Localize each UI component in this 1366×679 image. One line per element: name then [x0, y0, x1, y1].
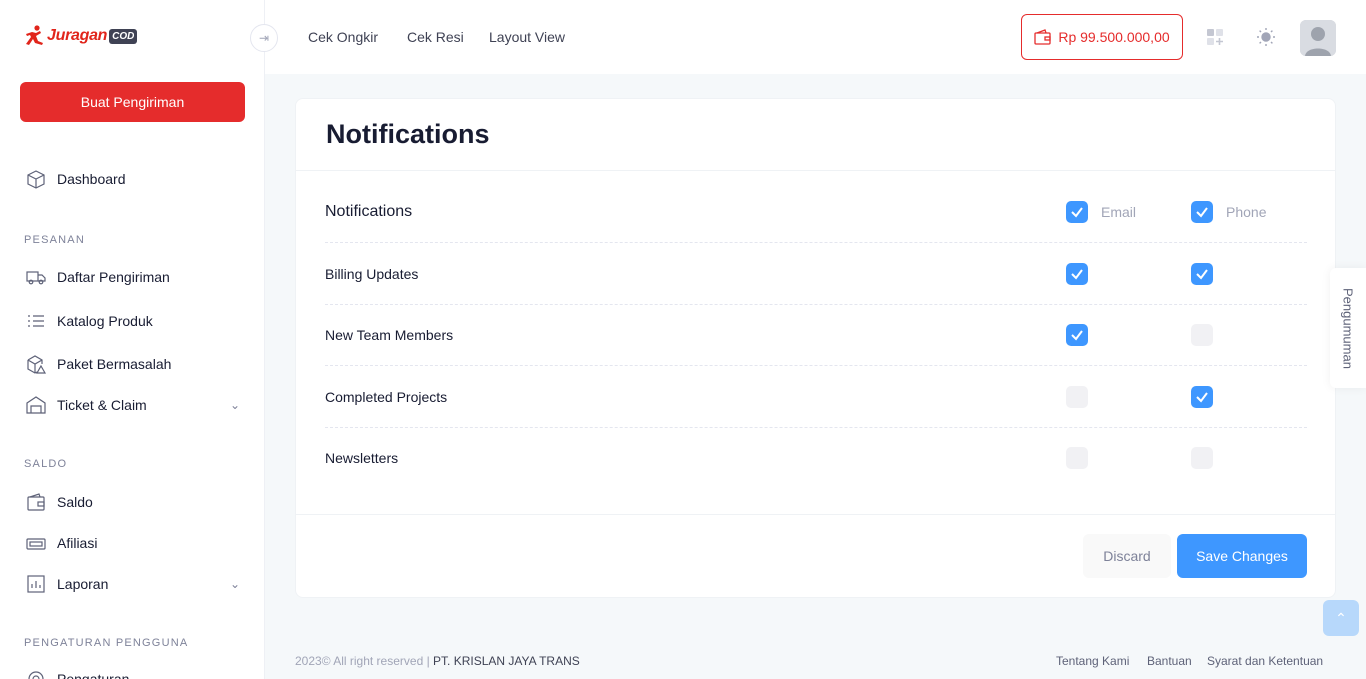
avatar[interactable]: [1300, 20, 1336, 56]
announcement-label: Pengumuman: [1340, 287, 1356, 369]
cash-icon: [26, 538, 46, 550]
apps-add-icon[interactable]: [1204, 26, 1226, 48]
report-icon: [27, 575, 45, 593]
check-icon: [1071, 329, 1083, 341]
announcement-tab[interactable]: Pengumuman: [1330, 268, 1366, 388]
footer-link-syarat[interactable]: Syarat dan Ketentuan: [1207, 654, 1323, 668]
brand-name: Juragan: [47, 27, 108, 44]
sidebar-item-afiliasi[interactable]: Afiliasi: [25, 532, 240, 554]
sidebar-item-label: Ticket & Claim: [57, 397, 147, 413]
balance-button[interactable]: Rp 99.500.000,00: [1021, 14, 1183, 60]
divider: [296, 514, 1335, 515]
brand-suffix: COD: [109, 28, 138, 44]
check-icon: [1196, 268, 1208, 280]
row-label: Newsletters: [325, 450, 399, 466]
section-label-pesanan: PESANAN: [24, 234, 85, 246]
divider: [296, 170, 1335, 171]
arrow-right-icon: ⇥: [258, 31, 270, 45]
sidebar: Juragan COD Buat Pengiriman Dashboard PE…: [0, 0, 265, 679]
row-label: Billing Updates: [325, 265, 419, 282]
nav-cek-resi[interactable]: Cek Resi: [407, 29, 464, 45]
check-icon: [1196, 391, 1208, 403]
sidebar-item-label: Pengaturan: [57, 671, 130, 679]
chevron-down-icon: ⌄: [229, 577, 240, 591]
notification-row: New Team Members: [325, 304, 1307, 366]
scroll-top-button[interactable]: ⌃: [1323, 600, 1359, 636]
card-title: Notifications: [326, 119, 490, 149]
logo[interactable]: Juragan COD: [22, 24, 138, 48]
check-icon: [1071, 206, 1083, 218]
runner-logo-icon: [26, 25, 43, 45]
sidebar-item-dashboard[interactable]: Dashboard: [25, 168, 240, 190]
sidebar-item-label: Paket Bermasalah: [57, 356, 172, 372]
notification-row: Newsletters: [325, 427, 1307, 489]
sun-icon[interactable]: [1255, 26, 1277, 48]
sidebar-item-label: Dashboard: [57, 171, 126, 187]
user-avatar-icon: [1300, 20, 1336, 56]
sidebar-item-paket-bermasalah[interactable]: Paket Bermasalah: [25, 353, 240, 375]
save-changes-button[interactable]: Save Changes: [1177, 534, 1307, 578]
sidebar-item-label: Afiliasi: [57, 535, 98, 551]
email-checkbox[interactable]: [1066, 262, 1088, 285]
sidebar-item-pengaturan[interactable]: Pengaturan ⌄: [25, 668, 240, 679]
nav-layout-view[interactable]: Layout View: [489, 29, 565, 45]
section-label-saldo: SALDO: [24, 458, 68, 470]
row-label: New Team Members: [325, 326, 454, 343]
section-label-pengaturan: PENGATURAN PENGGUNA: [24, 637, 189, 649]
chevron-down-icon: ⌄: [229, 398, 240, 412]
footer-copyright: 2023© All right reserved | PT. KRISLAN J…: [295, 654, 580, 668]
notifications-header-row: Notifications Email Phone: [325, 181, 1307, 243]
phone-all-checkbox[interactable]: [1191, 200, 1213, 223]
phone-checkbox[interactable]: [1191, 447, 1213, 469]
nav-cek-ongkir[interactable]: Cek Ongkir: [308, 29, 378, 45]
arrow-up-icon: ⌃: [1335, 609, 1347, 626]
email-column-label: Email: [1101, 203, 1137, 220]
check-icon: [1071, 268, 1083, 280]
sidebar-item-daftar-pengiriman[interactable]: Daftar Pengiriman: [25, 266, 240, 288]
email-checkbox[interactable]: [1066, 447, 1088, 469]
notification-row: Completed Projects: [325, 366, 1307, 428]
footer-link-bantuan[interactable]: Bantuan: [1147, 654, 1192, 668]
create-shipment-button[interactable]: Buat Pengiriman: [20, 82, 245, 122]
sidebar-item-label: Daftar Pengiriman: [57, 269, 170, 285]
box-warning-icon: [27, 355, 47, 374]
sidebar-item-laporan[interactable]: Laporan ⌄: [25, 573, 240, 595]
row-label: Completed Projects: [325, 388, 448, 405]
sidebar-item-saldo[interactable]: Saldo: [25, 491, 240, 513]
sidebar-toggle-button[interactable]: ⇥: [250, 24, 278, 52]
copyright-text: 2023© All right reserved |: [295, 654, 434, 668]
discard-button[interactable]: Discard: [1083, 534, 1171, 578]
wallet-icon: [27, 493, 45, 511]
warehouse-icon: [26, 396, 46, 414]
balance-amount: Rp 99.500.000,00: [1058, 29, 1170, 45]
header-label: Notifications: [325, 202, 413, 220]
list-icon: [28, 315, 44, 327]
wallet-icon: [1034, 29, 1051, 45]
notifications-card: Notifications Notifications Email Phone …: [295, 98, 1336, 598]
sidebar-item-ticket-claim[interactable]: Ticket & Claim ⌄: [25, 394, 240, 416]
phone-checkbox[interactable]: [1191, 262, 1213, 285]
gear-icon: [28, 671, 44, 679]
phone-column-label: Phone: [1226, 203, 1267, 220]
cube-icon: [27, 170, 45, 189]
sidebar-item-label: Laporan: [57, 576, 109, 592]
email-checkbox[interactable]: [1066, 385, 1088, 408]
footer-link-tentang-kami[interactable]: Tentang Kami: [1056, 654, 1129, 668]
company-link[interactable]: PT. KRISLAN JAYA TRANS: [433, 654, 580, 668]
check-icon: [1196, 206, 1208, 218]
email-all-checkbox[interactable]: [1066, 200, 1088, 223]
email-checkbox[interactable]: [1066, 323, 1088, 346]
sidebar-item-label: Saldo: [57, 494, 93, 510]
phone-checkbox[interactable]: [1191, 385, 1213, 408]
sidebar-item-label: Katalog Produk: [57, 313, 153, 329]
sidebar-item-katalog-produk[interactable]: Katalog Produk: [25, 310, 240, 332]
notification-row: Billing Updates: [325, 243, 1307, 305]
chevron-down-icon: ⌄: [229, 672, 240, 679]
phone-checkbox[interactable]: [1191, 323, 1213, 346]
truck-icon: [26, 271, 46, 285]
